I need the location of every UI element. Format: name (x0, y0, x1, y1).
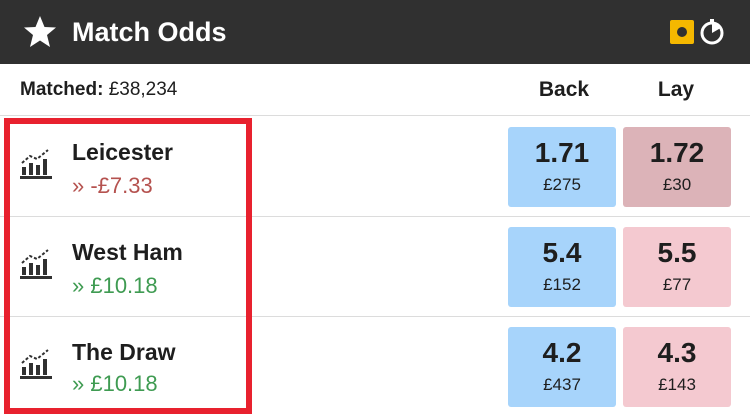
matched-amount: Matched: £38,234 (20, 64, 177, 116)
lay-price: 1.72 (649, 137, 705, 168)
back-price: 4.2 (542, 337, 582, 368)
lay-price-button[interactable]: 1.72 £30 (623, 127, 731, 207)
back-price: 1.71 (534, 137, 590, 168)
back-stake: £437 (543, 375, 581, 394)
lay-price: 5.5 (657, 237, 697, 268)
lay-column-header: Lay (657, 78, 695, 101)
back-price-button[interactable]: 4.2 £437 (508, 327, 616, 407)
back-stake: £152 (543, 275, 581, 294)
timer-icon[interactable] (698, 18, 726, 46)
runners-highlight-box (4, 118, 252, 414)
market-subheader: Matched: £38,234 Back Lay (0, 64, 750, 116)
matched-value: £38,234 (108, 79, 178, 100)
back-price-button[interactable]: 1.71 £275 (508, 127, 616, 207)
matched-label: Matched: (20, 79, 104, 100)
back-stake: £275 (543, 175, 581, 194)
market-header: Match Odds (0, 0, 750, 64)
live-icon[interactable] (670, 20, 694, 44)
market-title: Match Odds (72, 17, 227, 47)
back-price-button[interactable]: 5.4 £152 (508, 227, 616, 307)
lay-price-button[interactable]: 5.5 £77 (623, 227, 731, 307)
back-price: 5.4 (542, 237, 582, 268)
lay-stake: £30 (662, 175, 692, 194)
lay-price-button[interactable]: 4.3 £143 (623, 327, 731, 407)
lay-price: 4.3 (657, 337, 697, 368)
star-icon[interactable] (22, 14, 58, 50)
lay-stake: £77 (662, 275, 692, 294)
back-column-header: Back (538, 78, 590, 101)
lay-stake: £143 (658, 375, 696, 394)
